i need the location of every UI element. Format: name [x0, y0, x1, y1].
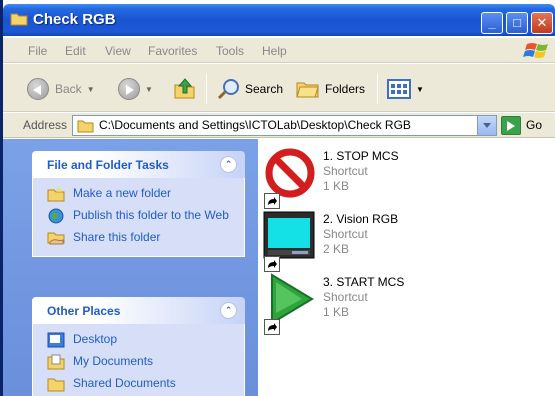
toolbar: Back ▼ ▼ Search Folders ▼ [3, 64, 555, 112]
shortcut-arrow-icon [264, 193, 280, 209]
panel-body: Desktop My Documents Shared Documents [32, 324, 245, 396]
task-publish-web[interactable]: Publish this folder to the Web [33, 208, 244, 224]
menu-tools[interactable]: Tools [216, 44, 244, 58]
views-button[interactable]: ▼ [387, 76, 424, 102]
address-path: C:\Documents and Settings\ICTOLab\Deskto… [99, 118, 411, 132]
file-name: 3. START MCS [323, 275, 405, 289]
folders-button[interactable]: Folders [295, 76, 365, 102]
window-title: Check RGB [33, 11, 116, 28]
menu-view[interactable]: View [105, 44, 131, 58]
my-documents-icon [47, 354, 65, 370]
address-bar: Address C:\Documents and Settings\ICTOLa… [3, 113, 555, 138]
back-arrow-icon [27, 78, 49, 100]
go-button[interactable]: Go [526, 118, 542, 132]
publish-web-icon [48, 208, 64, 224]
shared-documents-icon [47, 378, 65, 392]
file-name: 1. STOP MCS [323, 149, 399, 163]
shortcut-arrow-icon [264, 256, 280, 272]
address-dropdown-button[interactable] [477, 116, 496, 135]
collapse-icon[interactable]: ⌃ [220, 156, 237, 173]
explorer-window: Check RGB _ □ ✕ File Edit View Favorites… [0, 0, 555, 396]
menu-file[interactable]: File [28, 44, 47, 58]
toolbar-separator [206, 74, 207, 104]
task-share-folder[interactable]: Share this folder [33, 230, 244, 246]
file-item-vision-rgb[interactable]: 2. Vision RGB Shortcut 2 KB [262, 210, 542, 272]
file-type: Shortcut [323, 164, 368, 178]
chevron-down-icon: ▼ [416, 84, 424, 94]
minimize-button[interactable]: _ [481, 12, 503, 34]
maximize-button[interactable]: □ [506, 12, 528, 34]
address-field[interactable]: C:\Documents and Settings\ICTOLab\Deskto… [72, 115, 497, 136]
new-folder-icon [47, 187, 65, 202]
toolbar-separator [377, 74, 378, 104]
other-places-panel: Other Places ⌃ Desktop My Documents Shar… [32, 297, 245, 396]
panel-header[interactable]: Other Places ⌃ [32, 297, 245, 324]
task-make-new-folder[interactable]: Make a new folder [33, 186, 244, 202]
file-name: 2. Vision RGB [323, 212, 399, 226]
panel-header[interactable]: File and Folder Tasks ⌃ [32, 151, 245, 178]
file-type: Shortcut [323, 290, 368, 304]
menu-help[interactable]: Help [262, 44, 287, 58]
up-folder-button[interactable] [173, 76, 197, 102]
back-button[interactable]: Back ▼ [27, 76, 95, 102]
forward-arrow-icon [118, 78, 140, 100]
search-button[interactable]: Search [217, 76, 283, 102]
file-folder-tasks-panel: File and Folder Tasks ⌃ Make a new folde… [32, 151, 245, 257]
panel-title: Other Places [47, 304, 121, 318]
chevron-down-icon: ▼ [86, 84, 95, 94]
go-arrow-icon[interactable] [501, 116, 521, 135]
folders-icon [296, 82, 319, 98]
file-size: 1 KB [323, 305, 350, 319]
address-label: Address [23, 118, 68, 132]
chevron-down-icon: ▼ [145, 84, 153, 94]
file-list: 1. STOP MCS Shortcut 1 KB 2. Vision RGB … [258, 139, 555, 396]
windows-logo-icon [523, 43, 548, 58]
task-pane: File and Folder Tasks ⌃ Make a new folde… [3, 139, 258, 396]
place-shared-documents[interactable]: Shared Documents [33, 376, 244, 392]
menu-bar: File Edit View Favorites Tools Help [3, 38, 555, 63]
views-icon [387, 79, 411, 99]
file-item-start-mcs[interactable]: 3. START MCS Shortcut 1 KB [262, 273, 542, 335]
share-folder-icon [47, 232, 65, 245]
place-my-documents[interactable]: My Documents [33, 354, 244, 370]
panel-title: File and Folder Tasks [47, 158, 169, 172]
shortcut-arrow-icon [264, 319, 280, 335]
menu-edit[interactable]: Edit [65, 44, 86, 58]
place-desktop[interactable]: Desktop [33, 332, 244, 348]
up-folder-icon [174, 78, 195, 99]
folder-icon [10, 13, 28, 26]
file-size: 2 KB [323, 242, 350, 256]
forward-button[interactable]: ▼ [118, 76, 153, 102]
file-item-stop-mcs[interactable]: 1. STOP MCS Shortcut 1 KB [262, 147, 542, 209]
collapse-icon[interactable]: ⌃ [220, 302, 237, 319]
panel-body: Make a new folder Publish this folder to… [32, 178, 245, 257]
file-size: 1 KB [323, 179, 350, 193]
folder-icon [77, 120, 94, 133]
menu-favorites[interactable]: Favorites [148, 44, 197, 58]
desktop-icon [47, 332, 65, 348]
file-type: Shortcut [323, 227, 368, 241]
search-icon [217, 79, 239, 100]
title-bar[interactable]: Check RGB _ □ ✕ [3, 4, 555, 36]
close-button[interactable]: ✕ [531, 12, 553, 34]
